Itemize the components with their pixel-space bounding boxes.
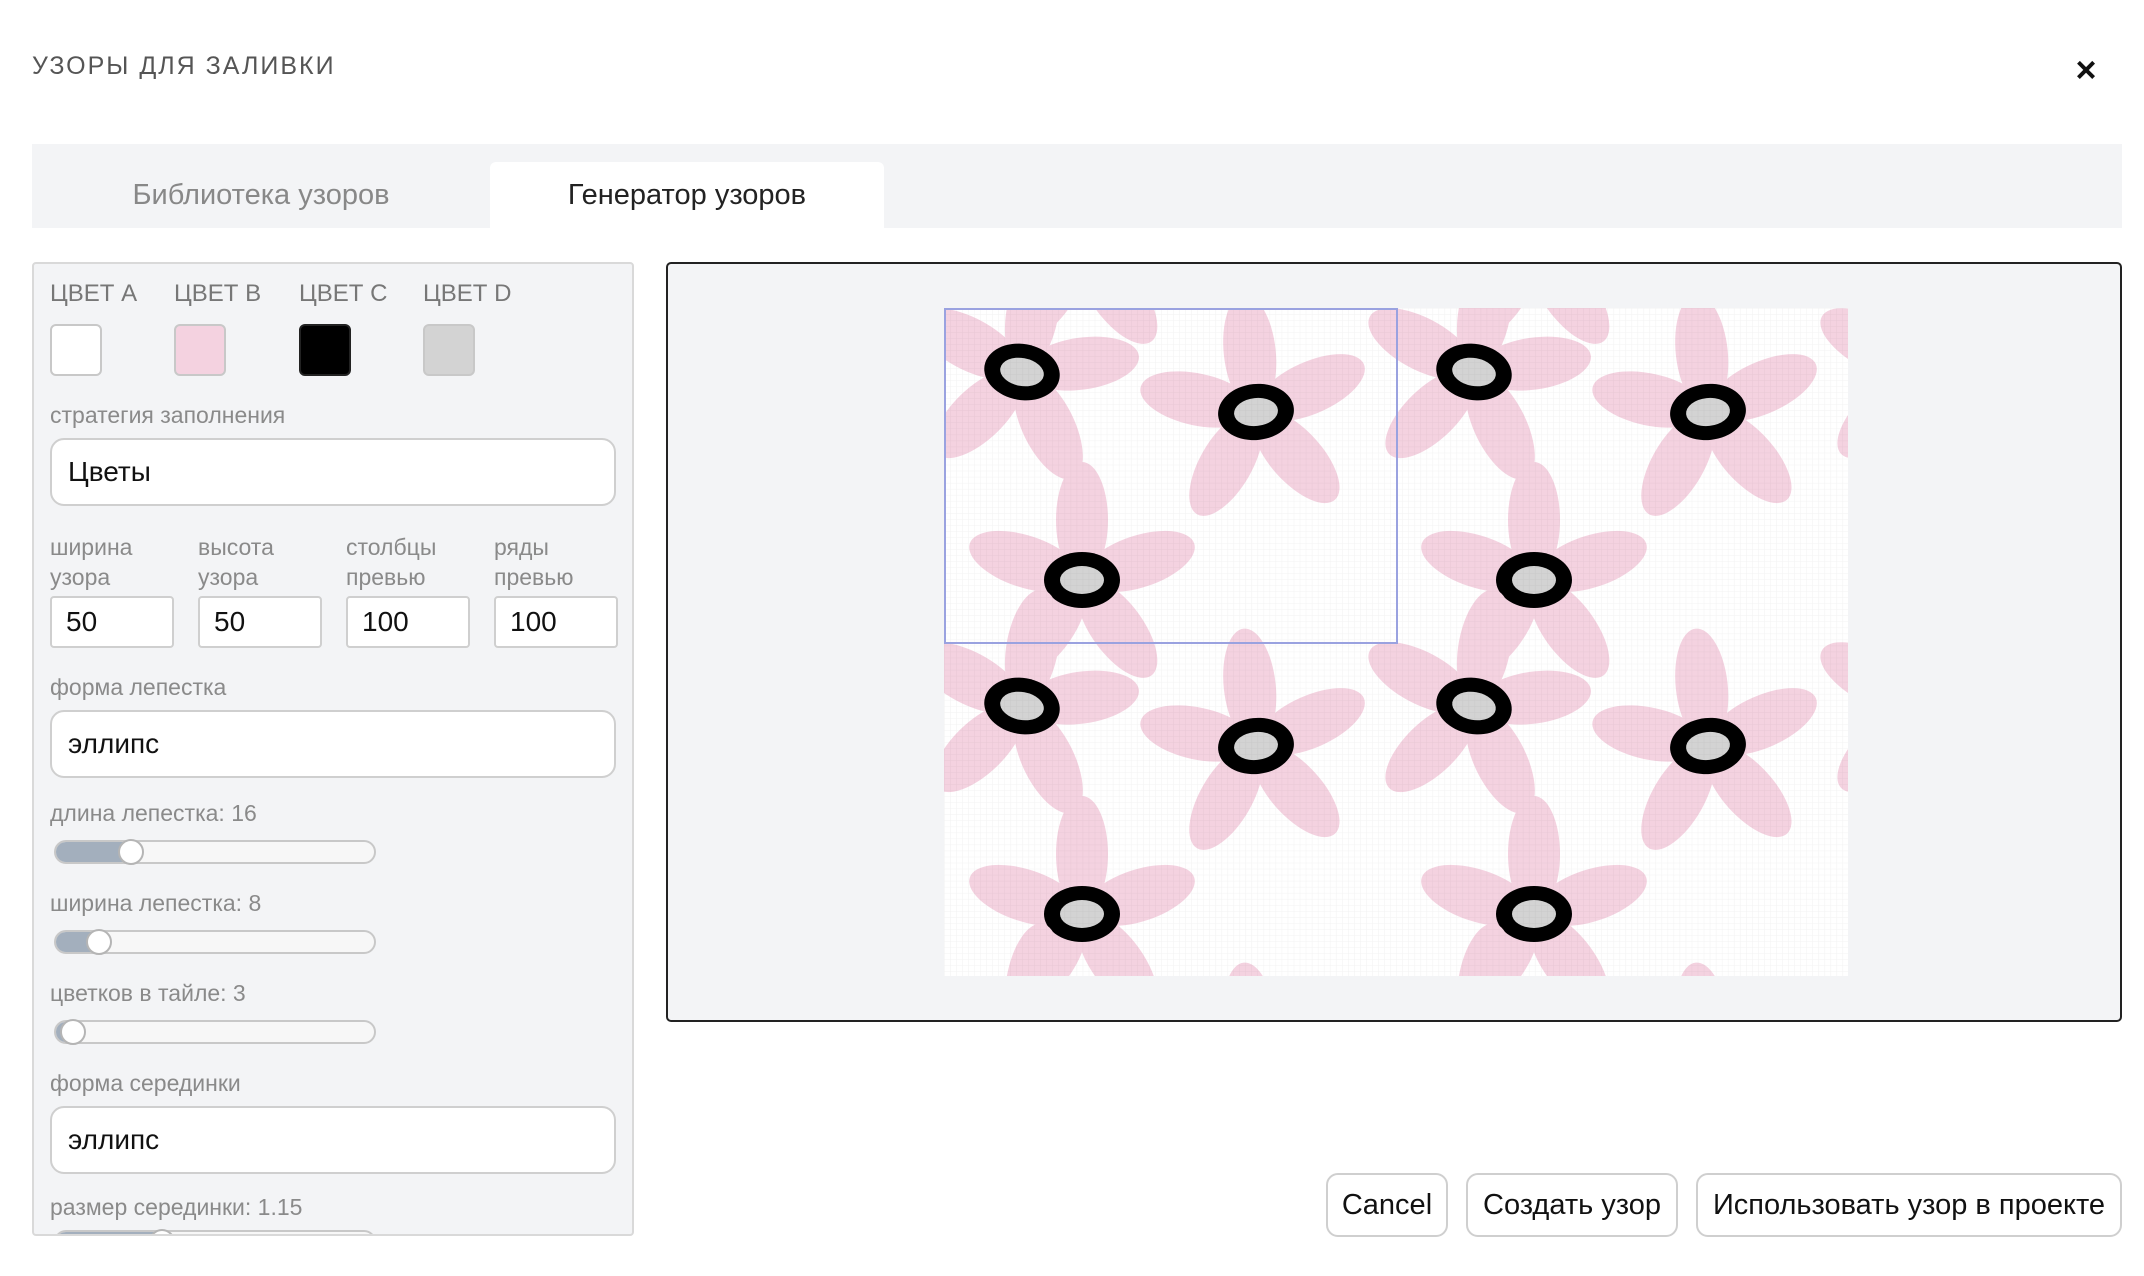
preview-columns-label: столбцы превью [346,534,437,590]
flowers-per-tile-slider[interactable] [54,1019,376,1045]
preview-rows-label: ряды превью [494,534,574,590]
center-size-slider[interactable] [54,1229,376,1234]
color-b-label: ЦВЕТ B [174,280,262,307]
flowers-per-tile-label: цветков в тайле: 3 [50,980,246,1006]
pattern-width-input[interactable] [50,596,174,648]
create-pattern-button[interactable]: Создать узор [1466,1173,1678,1237]
preview-rows-input[interactable] [494,596,618,648]
center-size-label: размер серединки: 1.15 [50,1194,303,1220]
petal-length-slider[interactable] [54,839,376,865]
petal-shape-label: форма лепестка [50,674,227,700]
preview-columns-input[interactable] [346,596,470,648]
center-shape-select[interactable]: эллипс [50,1106,616,1174]
color-a-swatch[interactable] [50,324,102,376]
strategy-label: стратегия заполнения [50,402,286,428]
color-d-swatch[interactable] [423,324,475,376]
color-c-swatch[interactable] [299,324,351,376]
petal-length-label: длина лепестка: 16 [50,800,257,826]
petal-shape-select[interactable]: эллипс [50,710,616,778]
slider-knob[interactable] [117,839,144,865]
close-icon[interactable]: × [2066,50,2106,90]
color-a-label: ЦВЕТ A [50,280,138,307]
tab-pattern-library[interactable]: Библиотека узоров [32,162,490,228]
color-b-swatch[interactable] [174,324,226,376]
petal-width-label: ширина лепестка: 8 [50,890,262,916]
settings-panel[interactable]: ЦВЕТ A ЦВЕТ B ЦВЕТ C ЦВЕТ D стратегия за… [32,262,634,1236]
slider-knob[interactable] [85,929,112,955]
slider-knob[interactable] [149,1229,176,1234]
slider-knob[interactable] [60,1019,87,1045]
center-shape-label: форма серединки [50,1070,241,1096]
dialog-title: УЗОРЫ ДЛЯ ЗАЛИВКИ [32,52,336,80]
color-c-label: ЦВЕТ C [299,280,388,307]
pattern-width-label: ширина узора [50,534,133,590]
pattern-preview [666,262,2122,1022]
tab-pattern-generator[interactable]: Генератор узоров [490,162,884,228]
tab-bar: Библиотека узоров Генератор узоров [32,144,2122,228]
pattern-height-label: высота узора [198,534,274,590]
color-d-label: ЦВЕТ D [423,280,512,307]
pattern-canvas [944,308,1848,976]
petal-width-slider[interactable] [54,929,376,955]
pattern-height-input[interactable] [198,596,322,648]
cancel-button[interactable]: Cancel [1326,1173,1448,1237]
use-pattern-button[interactable]: Использовать узор в проекте [1696,1173,2122,1237]
strategy-select[interactable]: Цветы [50,438,616,506]
